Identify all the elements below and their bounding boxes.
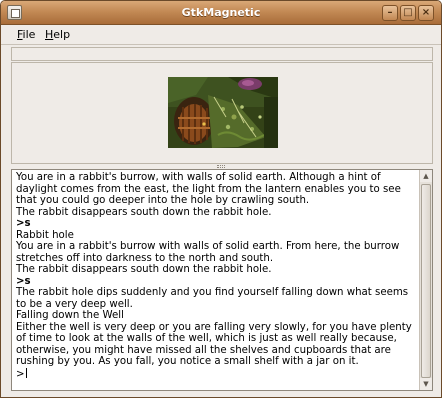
title-bar[interactable]: GtkMagnetic – □ × <box>1 1 441 25</box>
game-text-view[interactable]: You are in a rabbit's burrow, with walls… <box>11 169 433 391</box>
window-title: GtkMagnetic <box>181 6 261 19</box>
menu-help-label: elp <box>53 28 71 41</box>
app-window: GtkMagnetic – □ × File Help You are in a… <box>0 0 442 398</box>
transcript-line: Falling down the Well <box>16 310 124 321</box>
maximize-button[interactable]: □ <box>400 5 416 21</box>
menu-help[interactable]: Help <box>45 28 70 41</box>
close-button[interactable]: × <box>418 5 434 21</box>
scroll-down-arrow-icon[interactable]: ▼ <box>420 378 432 390</box>
transcript-line: You are in a rabbit's burrow with walls … <box>16 241 400 264</box>
scroll-up-arrow-icon[interactable]: ▲ <box>420 170 432 182</box>
game-scene-image <box>168 77 278 148</box>
scrollbar-thumb[interactable] <box>421 183 431 378</box>
transcript-line: The rabbit hole dips suddenly and you fi… <box>16 287 409 310</box>
graphics-pane <box>11 62 433 164</box>
splitter-grip[interactable] <box>217 165 225 168</box>
vertical-scrollbar[interactable]: ▲ ▼ <box>419 170 432 390</box>
menu-bar: File Help <box>1 26 441 45</box>
transcript-line: You are in a rabbit's burrow, with walls… <box>16 172 401 206</box>
minimize-button[interactable]: – <box>382 5 398 21</box>
menu-file-label: ile <box>22 28 36 41</box>
command-input[interactable]: > <box>16 367 418 381</box>
transcript-line: Either the well is very deep or you are … <box>16 321 412 368</box>
input-prompt: > <box>16 368 25 380</box>
command-line: >s <box>16 275 31 287</box>
text-caret <box>25 367 27 378</box>
transcript-line: The rabbit disappears south down the rab… <box>16 206 272 218</box>
transcript-line: Rabbit hole <box>16 229 74 241</box>
menu-file[interactable]: File <box>17 28 35 41</box>
empty-toolbar-strip <box>11 47 433 61</box>
command-line: >s <box>16 218 31 229</box>
transcript-line: The rabbit disappears south down the rab… <box>16 264 272 275</box>
game-transcript: You are in a rabbit's burrow, with walls… <box>16 172 418 380</box>
